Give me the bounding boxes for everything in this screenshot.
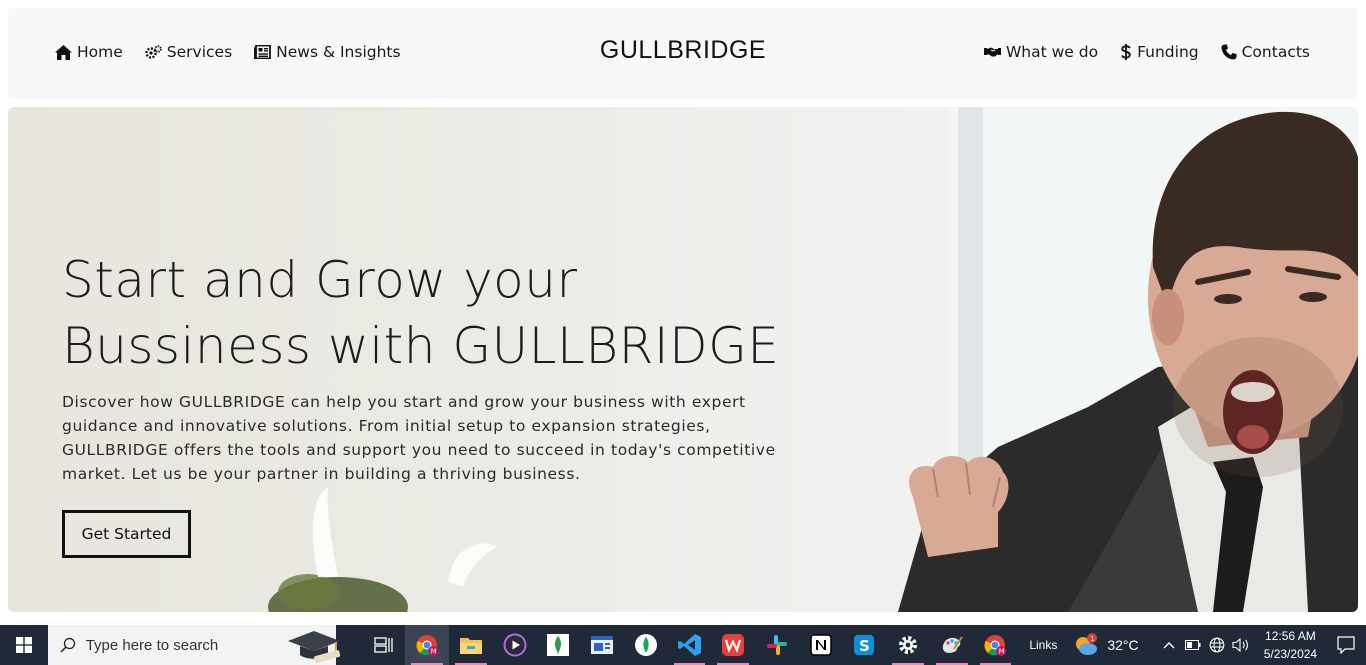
taskbar-file-explorer[interactable] (449, 625, 493, 665)
taskbar-wps-office[interactable] (711, 625, 755, 665)
paint-icon (942, 636, 963, 653)
svg-text:M: M (431, 648, 437, 656)
hero-title: Start and Grow your Bussiness with GULLB… (62, 247, 779, 379)
clock-time: 12:56 AM (1265, 629, 1316, 643)
globe-icon (1209, 637, 1224, 653)
weather-temperature: 32°C (1107, 637, 1139, 653)
taskbar-links-toolbar[interactable]: Links (1029, 638, 1057, 652)
taskbar-chrome-profile[interactable]: M (974, 625, 1018, 665)
taskbar-chrome[interactable]: M (405, 625, 450, 665)
system-tray (1157, 625, 1253, 665)
settings-icon (899, 636, 918, 654)
media-player-icon (503, 633, 527, 657)
taskbar-media-player[interactable] (493, 625, 537, 665)
task-view-icon (373, 637, 393, 653)
vscode-icon (677, 634, 701, 656)
windows-taskbar: Type here to search M S M Links 1 32°C 1… (0, 625, 1366, 665)
dollar-icon (1121, 44, 1131, 60)
nav-contacts-label: Contacts (1241, 43, 1310, 61)
taskbar-mongodb[interactable] (537, 625, 581, 665)
hero-title-line-2: Bussiness with GULLBRIDGE (62, 317, 780, 375)
search-placeholder: Type here to search (85, 636, 219, 654)
taskbar-skype[interactable]: S (843, 625, 887, 665)
get-started-button[interactable]: Get Started (62, 510, 191, 558)
svg-text:S: S (859, 637, 870, 655)
notification-icon (1337, 636, 1355, 654)
search-icon (60, 637, 75, 653)
taskbar-vscode[interactable] (668, 625, 712, 665)
taskbar-app-window[interactable] (580, 625, 624, 665)
battery-icon (1184, 640, 1201, 650)
app-window-icon (591, 636, 614, 654)
task-view-button[interactable] (362, 625, 406, 665)
skype-icon: S (854, 635, 875, 655)
start-button[interactable] (0, 625, 48, 665)
notion-icon (809, 634, 832, 656)
taskbar-weather-widget[interactable]: 1 32°C (1073, 633, 1139, 657)
speaker-icon (1232, 637, 1248, 653)
tray-network[interactable] (1205, 625, 1229, 665)
taskbar-paint[interactable] (930, 625, 974, 665)
tray-volume[interactable] (1229, 625, 1253, 665)
nav-funding[interactable]: Funding (1120, 43, 1199, 61)
chrome-profile-icon: M (984, 635, 1007, 656)
taskbar-settings[interactable] (886, 625, 930, 665)
tray-overflow[interactable] (1157, 625, 1181, 665)
chevron-up-icon (1163, 642, 1175, 649)
taskbar-clock[interactable]: 12:56 AM 5/23/2024 (1261, 627, 1321, 663)
taskbar-slack[interactable] (755, 625, 799, 665)
taskbar-mongodb-compass[interactable] (624, 625, 668, 665)
slack-icon (766, 635, 787, 655)
mongodb-compass-icon (634, 634, 657, 656)
chrome-icon: M (416, 635, 439, 656)
nav-funding-label: Funding (1137, 43, 1199, 61)
phone-icon (1221, 44, 1237, 60)
nav-what-we-do-label: What we do (1005, 43, 1099, 61)
top-navbar: Home Services News & Insights GULLBRIDGE… (8, 8, 1358, 99)
action-center-button[interactable] (1326, 625, 1366, 665)
graduation-cap-icon (287, 631, 340, 663)
file-explorer-icon (460, 638, 483, 654)
mongodb-icon (547, 634, 570, 656)
taskbar-search-box[interactable]: Type here to search (47, 625, 340, 665)
tray-battery[interactable] (1181, 625, 1205, 665)
weather-badge: 1 (1090, 635, 1094, 643)
nav-contacts[interactable]: Contacts (1221, 43, 1310, 61)
hero-description: Discover how GULLBRIDGE can help you sta… (62, 393, 776, 483)
hero-section: Start and Grow your Bussiness with GULLB… (8, 107, 1358, 612)
handshake-icon (983, 47, 1001, 57)
nav-right-group: What we do Funding Contacts (962, 43, 1310, 61)
wps-office-icon (722, 634, 745, 656)
hero-title-line-1: Start and Grow your (62, 251, 578, 309)
nav-what-we-do[interactable]: What we do (983, 43, 1099, 61)
weather-sun-cloud-icon: 1 (1076, 633, 1098, 655)
clock-date: 5/23/2024 (1263, 647, 1318, 661)
windows-logo-icon (15, 637, 32, 653)
taskbar-notion[interactable] (799, 625, 843, 665)
svg-text:M: M (999, 648, 1005, 656)
